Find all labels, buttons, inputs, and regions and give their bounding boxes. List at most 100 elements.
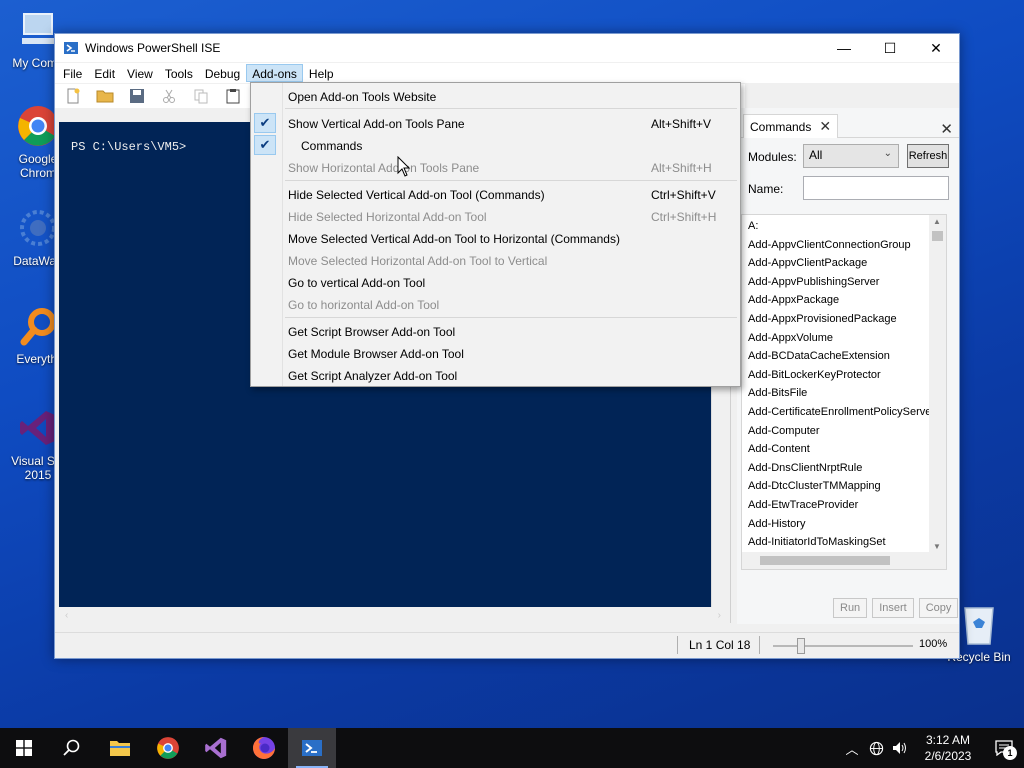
copy-command-button[interactable]: Copy [918,598,959,618]
status-separator [759,636,760,654]
tab-close-icon[interactable]: ✕ [819,118,831,135]
menu-tools[interactable]: Tools [159,64,199,82]
command-list-item[interactable]: Add-AppxVolume [748,329,946,348]
cut-button[interactable] [157,86,181,106]
scroll-up-icon[interactable]: ▲ [933,217,941,226]
command-list-item[interactable]: Add-BitLockerKeyProtector [748,366,946,385]
commands-list-items: A: Add-AppvClientConnectionGroup Add-AppvC… [742,215,946,552]
menu-item-go-to-vertical-tool[interactable]: Go to vertical Add-on Tool [251,271,740,293]
save-button[interactable] [125,86,149,106]
command-list-item[interactable]: Add-AppvPublishingServer [748,273,946,292]
command-list-item[interactable]: Add-BitsFile [748,384,946,403]
command-list-item[interactable]: Add-AppvClientPackage [748,254,946,273]
command-list-item[interactable]: Add-DtcClusterTMMapping [748,477,946,496]
scrollbar-thumb[interactable] [760,556,890,565]
scrollbar-thumb[interactable] [932,231,943,241]
menu-view[interactable]: View [121,64,159,82]
menu-item-label: Hide Selected Vertical Add-on Tool (Comm… [288,188,545,202]
command-list-item[interactable]: Add-InitiatorIdToMaskingSet [748,533,946,552]
menu-separator [285,180,737,181]
command-list-item[interactable]: Add-History [748,515,946,534]
menu-separator [285,108,737,109]
insert-button[interactable]: Insert [872,598,914,618]
command-list-item[interactable]: Add-BCDataCacheExtension [748,347,946,366]
zoom-slider-track[interactable] [773,645,913,647]
menu-item-get-module-browser[interactable]: Get Module Browser Add-on Tool [251,342,740,364]
menu-item-hide-horizontal-tool: Hide Selected Horizontal Add-on Tool Ctr… [251,205,740,227]
taskbar-powershell-ise[interactable] [288,728,336,768]
name-label: Name: [748,182,784,196]
taskbar-chrome[interactable] [144,728,192,768]
taskbar-file-explorer[interactable] [96,728,144,768]
new-file-icon [67,88,80,104]
close-button[interactable]: ✕ [913,34,959,62]
commands-vertical-scrollbar[interactable]: ▲ ▼ [929,215,946,553]
run-button[interactable]: Run [833,598,868,618]
zoom-level: 100% [919,638,948,650]
firefox-icon [253,737,275,759]
visual-studio-icon [205,737,227,759]
action-center-button[interactable]: 1 [984,728,1024,768]
minimize-button[interactable]: — [821,34,867,62]
title-bar[interactable]: Windows PowerShell ISE — ☐ ✕ [55,34,959,62]
console-horizontal-scrollbar[interactable]: ‹ › [59,607,727,623]
command-list-item[interactable]: Add-AppxProvisionedPackage [748,310,946,329]
new-file-button[interactable] [61,86,85,106]
taskbar-search-button[interactable] [48,728,96,768]
scroll-down-icon[interactable]: ▼ [933,542,941,551]
commands-horizontal-scrollbar[interactable] [742,552,946,569]
menu-item-get-script-browser[interactable]: Get Script Browser Add-on Tool [251,320,740,342]
menu-item-move-vertical-to-horizontal[interactable]: Move Selected Vertical Add-on Tool to Ho… [251,227,740,249]
tab-commands-label: Commands [750,119,812,134]
name-filter-input[interactable] [803,176,949,200]
refresh-button[interactable]: Refresh [907,144,949,168]
menu-edit[interactable]: Edit [88,64,121,82]
tab-commands[interactable]: Commands ✕ [743,114,839,138]
menu-item-label: Show Vertical Add-on Tools Pane [288,117,465,131]
command-list-item[interactable]: A: [748,217,946,236]
menu-item-get-script-analyzer[interactable]: Get Script Analyzer Add-on Tool [251,364,740,386]
menu-item-label: Get Script Analyzer Add-on Tool [288,369,458,383]
menu-item-open-add-on-tools-website[interactable]: Open Add-on Tools Website [251,85,740,107]
zoom-slider-thumb[interactable] [797,638,805,654]
paste-button[interactable] [221,86,245,106]
menu-item-label: Open Add-on Tools Website [288,90,437,104]
command-list-item[interactable]: Add-Computer [748,422,946,441]
modules-dropdown[interactable]: All ⌄ [803,144,899,168]
menu-item-show-vertical-pane[interactable]: ✔ Show Vertical Add-on Tools Pane Alt+Sh… [251,112,740,134]
command-list-item[interactable]: Add-AppxPackage [748,291,946,310]
menu-debug[interactable]: Debug [199,64,246,82]
notification-badge: 1 [1003,746,1017,760]
taskbar-clock[interactable]: 3:12 AM 2/6/2023 [912,732,984,764]
menu-help[interactable]: Help [303,64,340,82]
command-list-item[interactable]: Add-Content [748,440,946,459]
menu-item-commands[interactable]: ✔ Commands [251,134,740,156]
menu-add-ons[interactable]: Add-ons [246,64,303,82]
folder-icon [110,741,130,756]
command-list-item[interactable]: Add-CertificateEnrollmentPolicyServe [748,403,946,422]
commands-list[interactable]: A: Add-AppvClientConnectionGroup Add-AppvC… [741,214,947,570]
start-button[interactable] [0,728,48,768]
console-prompt: PS C:\Users\VM5> [71,140,187,154]
menu-item-label: Get Script Browser Add-on Tool [288,325,456,339]
copy-button[interactable] [189,86,213,106]
network-icon[interactable] [864,728,888,768]
menu-item-show-horizontal-pane: Show Horizontal Add-on Tools Pane Alt+Sh… [251,156,740,178]
save-icon [130,89,144,103]
pane-close-icon[interactable]: ✕ [940,120,953,138]
maximize-button[interactable]: ☐ [867,34,913,62]
cursor-position: Ln 1 Col 18 [689,638,751,652]
command-list-item[interactable]: Add-DnsClientNrptRule [748,459,946,478]
taskbar-visual-studio[interactable] [192,728,240,768]
command-list-item[interactable]: Add-EtwTraceProvider [748,496,946,515]
menu-item-hide-vertical-tool[interactable]: Hide Selected Vertical Add-on Tool (Comm… [251,183,740,205]
taskbar-firefox[interactable] [240,728,288,768]
command-list-item[interactable]: Add-AppvClientConnectionGroup [748,236,946,255]
menu-item-go-to-horizontal-tool: Go to horizontal Add-on Tool [251,293,740,315]
open-file-button[interactable] [93,86,117,106]
copy-icon [194,89,208,104]
chevron-up-icon[interactable]: ︿ [840,728,864,768]
menu-file[interactable]: File [57,64,88,82]
volume-icon[interactable] [888,728,912,768]
add-ons-menu: Open Add-on Tools Website ✔ Show Vertica… [250,82,741,387]
